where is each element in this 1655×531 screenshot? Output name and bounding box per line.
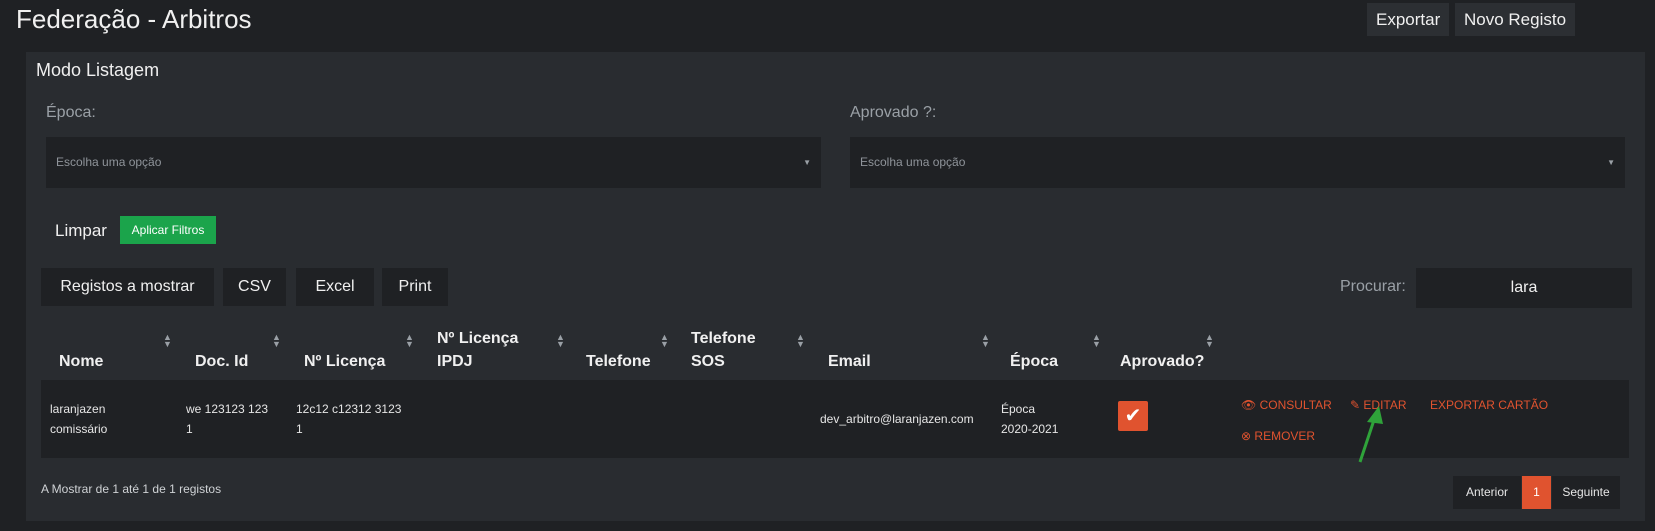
consultar-link[interactable]: 👁 CONSULTAR xyxy=(1241,398,1332,412)
sort-icon[interactable]: ▲ ▼ xyxy=(981,333,990,349)
column-header-licenca-ipdj[interactable]: Nº Licença IPDJ xyxy=(437,327,518,373)
sort-icon[interactable]: ▲ ▼ xyxy=(556,333,565,349)
column-header-email[interactable]: Email xyxy=(828,350,871,373)
column-header-aprovado[interactable]: Aprovado? xyxy=(1120,350,1204,373)
search-label: Procurar: xyxy=(1340,278,1406,295)
epoca-filter-label: Época: xyxy=(46,104,96,121)
sort-icon[interactable]: ▲ ▼ xyxy=(660,333,669,349)
page-1-button[interactable]: 1 xyxy=(1522,476,1551,509)
csv-button[interactable]: CSV xyxy=(223,268,286,306)
sort-icon[interactable]: ▲ ▼ xyxy=(1092,333,1101,349)
aprovado-filter-label: Aprovado ?: xyxy=(850,104,937,121)
cell-doc-id-line2: 1 xyxy=(186,422,193,436)
eye-icon: 👁 xyxy=(1241,398,1257,412)
cell-epoca: Época 2020-2021 xyxy=(1001,399,1058,439)
column-header-telefone[interactable]: Telefone xyxy=(586,350,651,373)
listing-panel: Modo Listagem Época: Aprovado ?: Escolha… xyxy=(26,52,1645,521)
approved-checkbox[interactable]: ✔ xyxy=(1118,401,1148,431)
cell-licenca: 12c12 c12312 3123 1 xyxy=(296,399,401,439)
column-header-licenca-ipdj-line2: IPDJ xyxy=(437,353,473,370)
consultar-label: CONSULTAR xyxy=(1259,398,1332,412)
cell-epoca-line1: Época xyxy=(1001,402,1036,416)
check-icon: ✔ xyxy=(1124,405,1142,427)
column-header-telefone-sos-line2: SOS xyxy=(691,353,725,370)
records-to-show-button[interactable]: Registos a mostrar xyxy=(41,268,214,306)
sort-icon[interactable]: ▲ ▼ xyxy=(796,333,805,349)
aprovado-select-placeholder: Escolha uma opção xyxy=(860,155,966,169)
caret-down-icon: ▼ xyxy=(803,158,811,167)
sort-icon[interactable]: ▲ ▼ xyxy=(405,333,414,349)
column-header-doc-id[interactable]: Doc. Id xyxy=(195,350,248,373)
sort-icon[interactable]: ▲ ▼ xyxy=(272,333,281,349)
cell-nome-line2: comissário xyxy=(50,422,108,436)
caret-down-icon: ▼ xyxy=(1607,158,1615,167)
cell-epoca-line2: 2020-2021 xyxy=(1001,422,1059,436)
cell-licenca-line2: 1 xyxy=(296,422,303,436)
panel-title: Modo Listagem xyxy=(36,60,160,80)
previous-page-button[interactable]: Anterior xyxy=(1453,476,1521,509)
print-button[interactable]: Print xyxy=(382,268,448,306)
records-info: A Mostrar de 1 até 1 de 1 registos xyxy=(41,482,222,496)
excel-button[interactable]: Excel xyxy=(296,268,374,306)
apply-filters-button[interactable]: Aplicar Filtros xyxy=(120,216,216,244)
cell-nome-line1: laranjazen xyxy=(50,402,106,416)
aprovado-select[interactable]: Escolha uma opção ▼ xyxy=(850,137,1625,188)
cell-email: dev_arbitro@laranjazen.com xyxy=(820,412,974,426)
cell-doc-id-line1: we 123123 123 xyxy=(186,402,269,416)
column-header-licenca-ipdj-line1: Nº Licença xyxy=(437,330,519,347)
sort-icon[interactable]: ▲ ▼ xyxy=(1205,333,1214,349)
column-header-licenca[interactable]: Nº Licença xyxy=(304,350,385,373)
cell-nome: laranjazen comissário xyxy=(50,399,107,439)
x-circle-icon: ⊗ xyxy=(1241,429,1252,443)
annotation-arrow-icon xyxy=(1358,406,1383,463)
new-record-button[interactable]: Novo Registo xyxy=(1455,3,1576,36)
page-title: Federação - Arbitros xyxy=(16,4,252,34)
column-header-telefone-sos-line1: Telefone xyxy=(691,330,756,347)
search-input[interactable] xyxy=(1416,268,1632,308)
column-header-epoca[interactable]: Época xyxy=(1010,350,1058,373)
exportar-cartao-link[interactable]: EXPORTAR CARTÃO xyxy=(1430,398,1548,412)
column-header-nome[interactable]: Nome xyxy=(59,350,103,373)
cell-licenca-line1: 12c12 c12312 3123 xyxy=(296,402,402,416)
next-page-button[interactable]: Seguinte xyxy=(1552,476,1620,509)
export-button[interactable]: Exportar xyxy=(1367,3,1450,36)
remover-link[interactable]: ⊗ REMOVER xyxy=(1241,429,1315,443)
sort-icon[interactable]: ▲ ▼ xyxy=(163,333,172,349)
epoca-select-placeholder: Escolha uma opção xyxy=(56,155,162,169)
epoca-select[interactable]: Escolha uma opção ▼ xyxy=(46,137,821,188)
clear-filters-link[interactable]: Limpar xyxy=(55,221,107,241)
column-header-telefone-sos[interactable]: Telefone SOS xyxy=(691,327,756,373)
cell-doc-id: we 123123 123 1 xyxy=(186,399,268,439)
remover-label: REMOVER xyxy=(1254,429,1316,443)
